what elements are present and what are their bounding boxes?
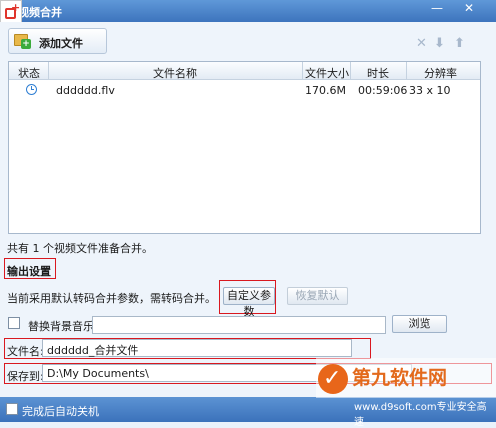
row-filename: dddddd.flv <box>56 84 115 97</box>
filename-input[interactable]: dddddd_合并文件 <box>42 339 352 357</box>
table-header <box>9 62 480 80</box>
custom-params-button[interactable]: 自定义参数 <box>223 287 275 318</box>
column-header-duration[interactable]: 时长 <box>367 65 389 81</box>
title-bar <box>0 0 496 22</box>
column-separator <box>350 62 351 80</box>
row-resolution: 33 x 10 <box>409 84 451 97</box>
logo-plus-icon: + <box>11 1 21 14</box>
output-description: 当前采用默认转码合并参数，需转码合并。 <box>7 292 216 305</box>
watermark-text: 第九软件网 <box>352 367 448 389</box>
column-separator <box>302 62 303 80</box>
filename-label: 文件名: <box>7 345 44 358</box>
row-duration: 00:59:06 <box>358 84 408 97</box>
move-up-icon[interactable]: ⬆ <box>454 36 465 51</box>
add-plus-icon: + <box>21 39 31 49</box>
delete-icon[interactable]: ✕ <box>416 36 427 51</box>
close-button[interactable]: ✕ <box>456 1 482 17</box>
window-title: 视频合并 <box>18 6 62 19</box>
column-header-size[interactable]: 文件大小 <box>305 65 349 81</box>
watermark-url: www.d9soft.com专业安全高速 <box>354 402 487 428</box>
minimize-button[interactable]: — <box>427 1 447 17</box>
browse-button[interactable]: 浏览 <box>392 315 447 333</box>
column-separator <box>48 62 49 80</box>
column-header-filename[interactable]: 文件名称 <box>153 65 197 81</box>
restore-default-button[interactable]: 恢复默认 <box>287 287 348 305</box>
row-size: 170.6M <box>305 84 346 97</box>
shutdown-checkbox[interactable] <box>6 403 18 415</box>
column-separator <box>406 62 407 80</box>
bgm-path-input[interactable] <box>92 316 386 334</box>
bgm-checkbox[interactable] <box>8 317 20 329</box>
move-down-icon[interactable]: ⬇ <box>434 36 445 51</box>
column-header-resolution[interactable]: 分辨率 <box>424 65 457 81</box>
file-count-summary: 共有 1 个视频文件准备合并。 <box>7 242 153 255</box>
add-file-label: 添加文件 <box>39 37 83 50</box>
checkmark-icon: ✓ <box>323 366 342 391</box>
clock-hand-shape <box>31 89 34 90</box>
shutdown-label: 完成后自动关机 <box>22 405 99 418</box>
save-to-label: 保存到: <box>7 370 44 383</box>
output-settings-heading: 输出设置 <box>7 265 51 278</box>
bgm-label: 替换背景音乐 <box>28 320 94 333</box>
column-header-status[interactable]: 状态 <box>18 65 40 81</box>
